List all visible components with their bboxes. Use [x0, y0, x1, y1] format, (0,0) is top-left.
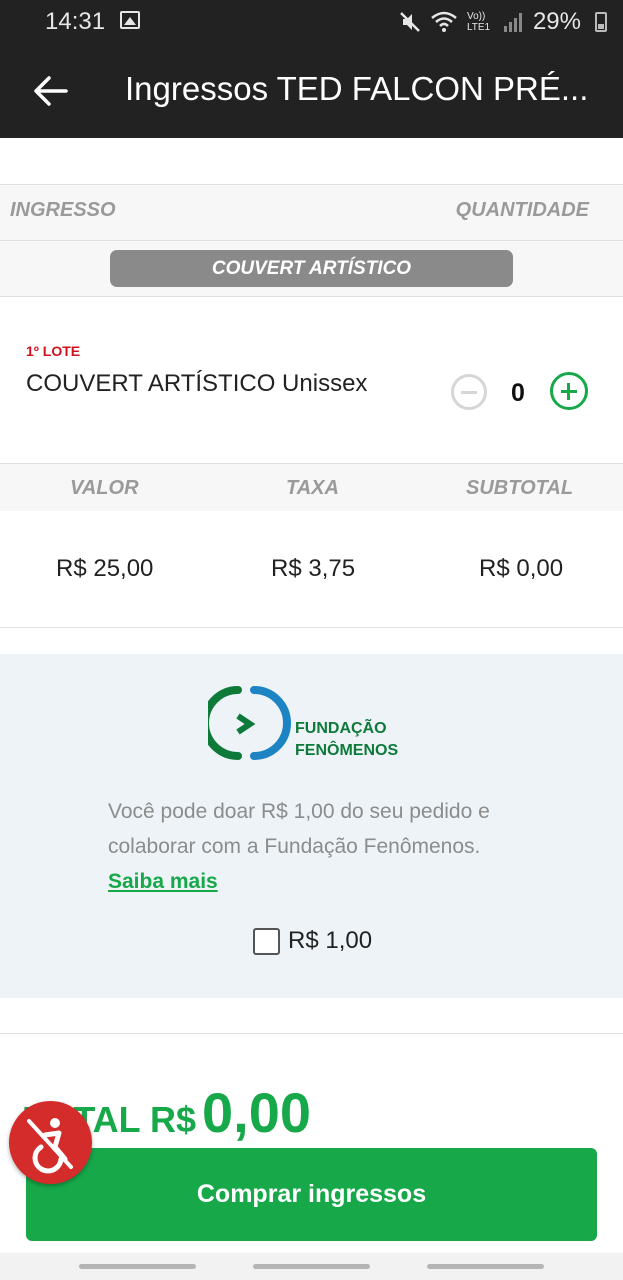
ticket-row: 1º LOTE COUVERT ARTÍSTICO Unissex 0 [0, 297, 623, 463]
category-row: COUVERT ARTÍSTICO [0, 241, 623, 297]
increase-quantity-button[interactable] [550, 372, 588, 410]
nav-back-button[interactable] [427, 1264, 544, 1269]
logo-line-1: FUNDAÇÃO [295, 717, 387, 737]
accessibility-icon [27, 1118, 73, 1174]
image-icon [120, 11, 140, 29]
fundacao-fenomenos-logo: FUNDAÇÃO FENÔMENOS [208, 686, 398, 760]
price-valor: R$ 25,00 [56, 555, 154, 582]
price-values: R$ 25,00 R$ 3,75 R$ 0,00 [0, 511, 623, 628]
column-valor: VALOR [70, 477, 139, 499]
status-bar: 14:31 Vo)) LTE1 29% [0, 0, 623, 44]
column-ingresso: INGRESSO [10, 199, 116, 221]
system-nav-bar [0, 1253, 623, 1280]
app-bar: Ingressos TED FALCON PRÉ... [0, 44, 623, 138]
decrease-quantity-button[interactable] [451, 374, 487, 410]
signal-icon [503, 13, 522, 32]
donation-amount: R$ 1,00 [288, 927, 373, 954]
donation-section: FUNDAÇÃO FENÔMENOS Você pode doar R$ 1,0… [0, 654, 623, 998]
wifi-icon [431, 11, 457, 32]
donation-text: Você pode doar R$ 1,00 do seu pedido e c… [108, 800, 490, 858]
accessibility-button[interactable] [9, 1101, 92, 1184]
arrow-left-icon[interactable] [32, 74, 68, 108]
page-title: Ingressos TED FALCON PRÉ... [125, 70, 589, 107]
column-subtotal: SUBTOTAL [466, 477, 574, 499]
mute-icon [400, 12, 420, 32]
quantity-value: 0 [511, 379, 525, 407]
battery-icon [595, 12, 607, 32]
column-taxa: TAXA [286, 477, 339, 499]
price-subtotal: R$ 0,00 [479, 555, 564, 582]
status-time: 14:31 [45, 8, 106, 35]
nav-home-button[interactable] [253, 1264, 370, 1269]
logo-line-2: FENÔMENOS [295, 740, 398, 759]
nav-recent-button[interactable] [79, 1264, 196, 1269]
ticket-purchase-screen: 14:31 Vo)) LTE1 29% Ingressos TED FALCON… [0, 0, 623, 1280]
price-taxa: R$ 3,75 [271, 555, 356, 582]
category-label: COUVERT ARTÍSTICO [110, 250, 513, 287]
divider [0, 1033, 623, 1034]
buy-tickets-button[interactable]: Comprar ingressos [26, 1148, 597, 1241]
column-quantidade: QUANTIDADE [455, 199, 589, 221]
ticket-name: COUVERT ARTÍSTICO Unissex [26, 370, 368, 397]
donation-option[interactable]: R$ 1,00 [253, 927, 372, 955]
saiba-mais-link[interactable]: Saiba mais [108, 864, 528, 899]
donation-checkbox[interactable] [253, 927, 280, 955]
price-header: VALOR TAXA SUBTOTAL [0, 463, 623, 511]
total-amount: 0,00 [202, 1081, 312, 1144]
lote-label: 1º LOTE [26, 343, 81, 359]
table-header: INGRESSO QUANTIDADE [0, 184, 623, 241]
battery-percent: 29% [532, 8, 581, 35]
network-type: Vo)) LTE1 [466, 11, 491, 33]
